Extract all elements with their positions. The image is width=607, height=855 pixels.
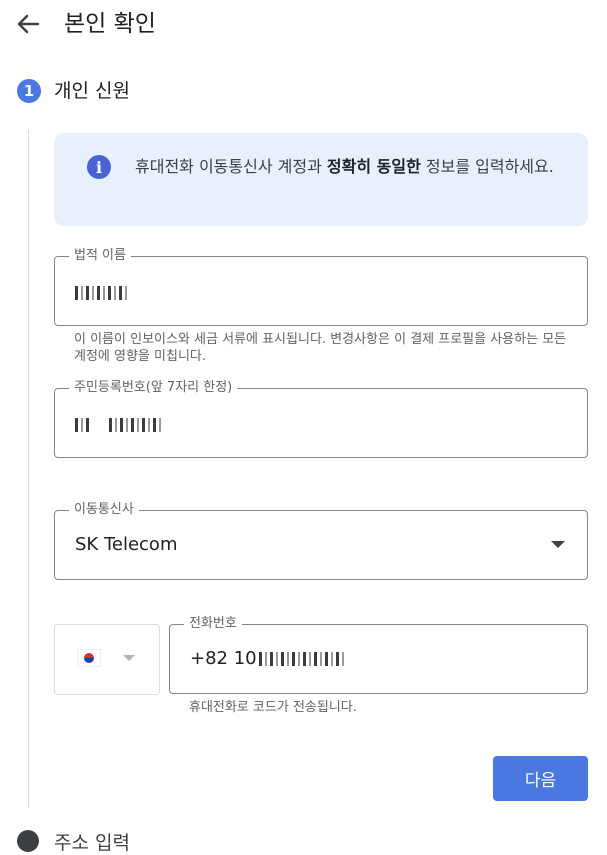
legal-name-value-redacted — [75, 282, 129, 303]
country-code-select[interactable] — [54, 624, 160, 695]
carrier-select[interactable]: 이동통신사 SK Telecom — [54, 501, 588, 580]
korea-flag-icon — [77, 649, 101, 667]
next-step-badge — [17, 830, 39, 852]
resident-id-value-redacted — [75, 414, 161, 435]
legal-name-label: 법적 이름 — [69, 247, 131, 265]
step-title: 개인 신원 — [54, 80, 130, 102]
phone-helper: 휴대전화로 코드가 전송됩니다. — [189, 700, 357, 715]
dropdown-caret-icon — [551, 541, 565, 548]
carrier-value: SK Telecom — [75, 534, 178, 555]
phone-number-value: +82 10 — [190, 648, 347, 669]
info-banner — [54, 133, 588, 226]
step-connector-line — [28, 130, 29, 808]
next-button[interactable]: 다음 — [493, 756, 588, 801]
page-title: 본인 확인 — [64, 11, 156, 37]
phone-number-label: 전화번호 — [184, 615, 242, 633]
carrier-label: 이동통신사 — [69, 501, 139, 519]
next-step-title: 주소 입력 — [54, 832, 130, 854]
resident-id-label: 주민등록번호(앞 7자리 한정) — [69, 379, 238, 397]
back-button[interactable] — [12, 8, 44, 40]
legal-name-helper: 이 이름이 인보이스와 세금 서류에 표시됩니다. 변경사항은 이 결제 프로필… — [74, 332, 567, 364]
info-text: 휴대전화 이동통신사 계정과 정확히 동일한 정보를 입력하세요. — [135, 157, 554, 176]
info-icon: i — [87, 155, 111, 179]
arrow-back-icon — [17, 14, 40, 34]
info-emphasis: 정확히 동일한 — [326, 157, 421, 176]
legal-name-field[interactable]: 법적 이름 — [54, 247, 588, 326]
chevron-down-icon — [123, 655, 135, 661]
step-number-badge: 1 — [17, 79, 41, 103]
resident-id-field[interactable]: 주민등록번호(앞 7자리 한정) — [54, 379, 588, 458]
phone-number-field[interactable]: 전화번호 +82 10 — [169, 615, 588, 694]
